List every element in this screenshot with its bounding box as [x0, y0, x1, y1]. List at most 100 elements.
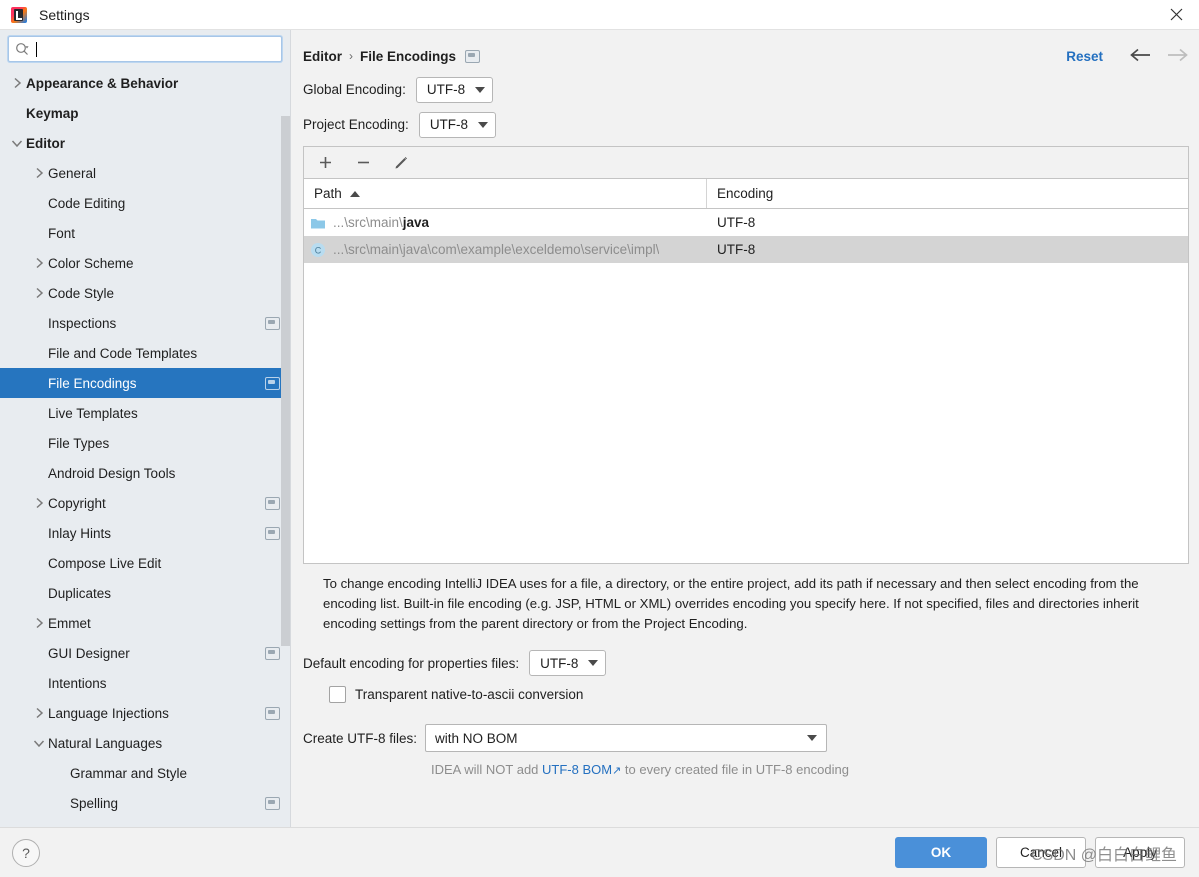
properties-encoding-row: Default encoding for properties files: U… — [303, 650, 1189, 676]
sidebar-item-label: Duplicates — [48, 585, 112, 601]
table-cell-encoding: UTF-8 — [717, 242, 756, 257]
sidebar-item-color-scheme[interactable]: Color Scheme — [0, 248, 290, 278]
sidebar-item-font[interactable]: Font — [0, 218, 290, 248]
sidebar-item-emmet[interactable]: Emmet — [0, 608, 290, 638]
sidebar-item-label: Appearance & Behavior — [26, 75, 179, 91]
sidebar-item-label: File Encodings — [48, 375, 137, 391]
sidebar-item-code-style[interactable]: Code Style — [0, 278, 290, 308]
transparent-conversion-checkbox[interactable] — [329, 686, 346, 703]
chevron-right-icon[interactable] — [30, 617, 48, 629]
sidebar-item-inlay-hints[interactable]: Inlay Hints — [0, 518, 290, 548]
utf8-hint-after: to every created file in UTF-8 encoding — [621, 762, 849, 777]
reset-button[interactable]: Reset — [1066, 49, 1103, 64]
arrow-right-icon — [1167, 48, 1189, 65]
sidebar-item-label: Keymap — [26, 105, 79, 121]
table-cell-path-text: ...\src\main\java — [333, 215, 429, 230]
sidebar-item-file-encodings[interactable]: File Encodings — [0, 368, 290, 398]
ok-button[interactable]: OK — [895, 837, 987, 868]
sidebar-item-label: Spelling — [70, 795, 119, 811]
sidebar-item-label: Code Editing — [48, 195, 126, 211]
sidebar-item-intentions[interactable]: Intentions — [0, 668, 290, 698]
sidebar-item-file-and-code-templates[interactable]: File and Code Templates — [0, 338, 290, 368]
minus-icon[interactable] — [351, 151, 375, 175]
column-header-path[interactable]: Path — [304, 179, 707, 208]
properties-encoding-select[interactable]: UTF-8 — [529, 650, 607, 676]
global-encoding-row: Global Encoding: UTF-8 — [303, 74, 1189, 105]
sidebar-item-label: Font — [48, 225, 76, 241]
sidebar-item-label: Copyright — [48, 495, 106, 511]
project-encoding-value: UTF-8 — [429, 117, 469, 132]
column-header-path-label: Path — [314, 186, 342, 201]
table-cell-encoding: UTF-8 — [717, 215, 756, 230]
chevron-right-icon[interactable] — [8, 77, 26, 89]
dialog-body: Appearance & Behavior Keymap Editor General… — [0, 30, 1199, 827]
breadcrumb: Editor › File Encodings Reset — [303, 30, 1189, 74]
search-input[interactable] — [8, 36, 282, 62]
create-utf8-row: Create UTF-8 files: with NO BOM — [303, 724, 1189, 752]
chevron-down-icon[interactable] — [8, 139, 26, 148]
breadcrumb-separator: › — [349, 49, 353, 63]
global-encoding-value: UTF-8 — [426, 82, 466, 97]
utf8-hint: IDEA will NOT add UTF-8 BOM↗ to every cr… — [303, 762, 1189, 777]
sidebar-item-label: File and Code Templates — [48, 345, 198, 361]
sidebar-item-duplicates[interactable]: Duplicates — [0, 578, 290, 608]
settings-tree[interactable]: Appearance & Behavior Keymap Editor General… — [0, 67, 290, 827]
sidebar-item-compose-live-edit[interactable]: Compose Live Edit — [0, 548, 290, 578]
chevron-right-icon[interactable] — [30, 167, 48, 179]
project-scope-icon — [265, 376, 280, 390]
sidebar-item-natural-languages[interactable]: Natural Languages — [0, 728, 290, 758]
plus-icon[interactable] — [313, 151, 337, 175]
breadcrumb-parent[interactable]: Editor — [303, 49, 342, 64]
sidebar-item-grammar-and-style[interactable]: Grammar and Style — [0, 758, 290, 788]
transparent-conversion-label: Transparent native-to-ascii conversion — [355, 687, 584, 702]
project-scope-icon — [265, 496, 280, 510]
sidebar-scrollbar-thumb[interactable] — [281, 116, 290, 646]
sidebar-item-appearance-behavior[interactable]: Appearance & Behavior — [0, 68, 290, 98]
utf8-hint-before: IDEA will NOT add — [431, 762, 543, 777]
create-utf8-label: Create UTF-8 files: — [303, 730, 418, 746]
sidebar-item-label: GUI Designer — [48, 645, 130, 661]
chevron-right-icon[interactable] — [30, 707, 48, 719]
sidebar-item-inspections[interactable]: Inspections — [0, 308, 290, 338]
global-encoding-select[interactable]: UTF-8 — [415, 76, 494, 103]
help-icon[interactable]: ? — [12, 838, 40, 867]
sidebar-item-label: Live Templates — [48, 405, 138, 421]
chevron-right-icon[interactable] — [30, 497, 48, 509]
chevron-right-icon[interactable] — [30, 287, 48, 299]
create-utf8-select[interactable]: with NO BOM — [425, 724, 828, 752]
sidebar-item-editor[interactable]: Editor — [0, 128, 290, 158]
project-scope-icon — [265, 646, 280, 660]
sidebar-item-copyright[interactable]: Copyright — [0, 488, 290, 518]
close-icon[interactable] — [1153, 0, 1199, 29]
sidebar-item-label: Grammar and Style — [70, 765, 188, 781]
sidebar-scrollbar-track[interactable] — [281, 68, 290, 827]
pencil-icon[interactable] — [389, 151, 413, 175]
apply-button[interactable]: Apply — [1095, 837, 1185, 868]
arrow-left-icon[interactable] — [1129, 48, 1151, 65]
sidebar-item-spelling[interactable]: Spelling — [0, 788, 290, 818]
transparent-conversion-row[interactable]: Transparent native-to-ascii conversion — [303, 686, 1189, 703]
chevron-right-icon[interactable] — [30, 257, 48, 269]
sidebar-item-language-injections[interactable]: Language Injections — [0, 698, 290, 728]
table-toolbar — [304, 147, 1188, 179]
sidebar-item-android-design-tools[interactable]: Android Design Tools — [0, 458, 290, 488]
chevron-down-icon — [478, 121, 489, 128]
sidebar-item-general[interactable]: General — [0, 158, 290, 188]
column-header-encoding[interactable]: Encoding — [707, 179, 1188, 208]
utf8-bom-link[interactable]: UTF-8 BOM — [542, 762, 612, 777]
project-scope-icon — [265, 706, 280, 720]
sidebar-item-live-templates[interactable]: Live Templates — [0, 398, 290, 428]
table-row[interactable]: ...\src\main\java UTF-8 — [304, 209, 1188, 236]
sidebar-item-label: Inspections — [48, 315, 117, 331]
table-cell-path: ...\src\main\java — [304, 215, 707, 230]
sidebar-item-file-types[interactable]: File Types — [0, 428, 290, 458]
project-encoding-select[interactable]: UTF-8 — [418, 111, 497, 138]
cancel-button[interactable]: Cancel — [996, 837, 1086, 868]
project-encoding-label: Project Encoding: — [303, 117, 409, 132]
sidebar-item-gui-designer[interactable]: GUI Designer — [0, 638, 290, 668]
sidebar-item-code-editing[interactable]: Code Editing — [0, 188, 290, 218]
sidebar-item-keymap[interactable]: Keymap — [0, 98, 290, 128]
project-scope-icon — [265, 796, 280, 810]
chevron-down-icon[interactable] — [30, 739, 48, 748]
table-row[interactable]: C ...\src\main\java\com\example\exceldemo… — [304, 236, 1188, 263]
